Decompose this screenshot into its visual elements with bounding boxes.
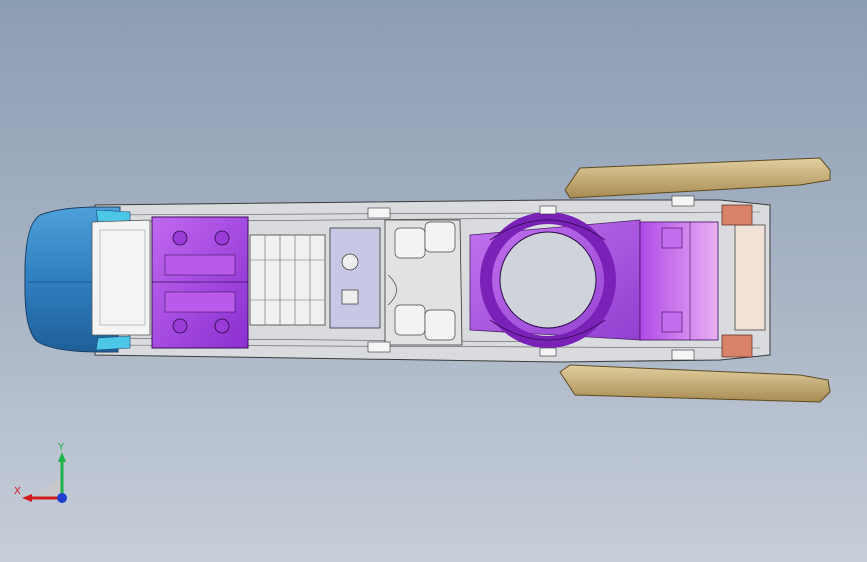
y-axis-head bbox=[58, 452, 66, 462]
cad-model-view[interactable] bbox=[0, 0, 867, 562]
cad-viewport[interactable]: Y X bbox=[0, 0, 867, 562]
rear-bracket-upper[interactable] bbox=[564, 157, 831, 199]
y-axis-label: Y bbox=[57, 442, 65, 453]
triad-plane bbox=[32, 478, 60, 498]
x-axis-label: X bbox=[14, 486, 21, 497]
cupholder-section[interactable] bbox=[384, 219, 463, 346]
rear-bracket-lower[interactable] bbox=[559, 364, 831, 403]
x-axis-head bbox=[22, 494, 32, 502]
z-axis-dot bbox=[57, 493, 67, 503]
front-white-panel[interactable] bbox=[91, 219, 151, 336]
ribbed-duct[interactable] bbox=[249, 234, 326, 326]
lavender-module[interactable] bbox=[329, 227, 381, 329]
purple-ring-assembly[interactable] bbox=[469, 212, 641, 348]
coordinate-triad: Y X bbox=[14, 442, 67, 503]
front-purple-assembly[interactable] bbox=[151, 216, 249, 349]
rear-panel[interactable] bbox=[639, 221, 719, 341]
